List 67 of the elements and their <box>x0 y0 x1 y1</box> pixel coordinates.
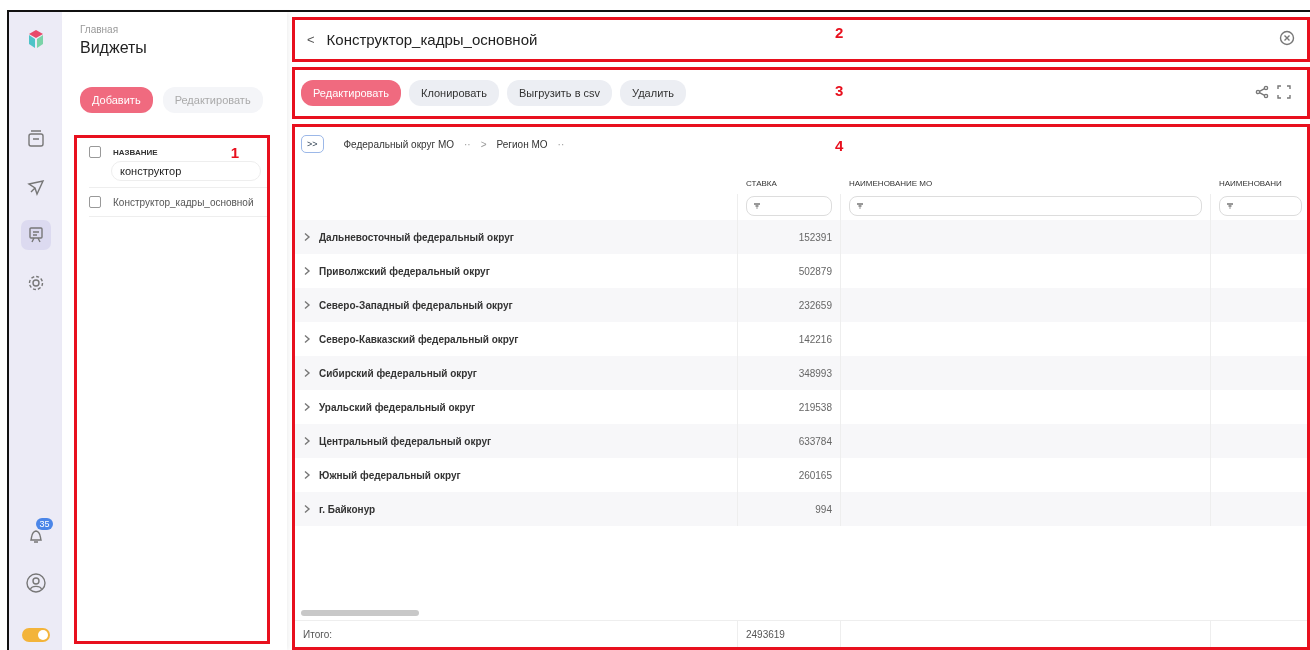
scrollbar[interactable] <box>301 610 419 616</box>
row-label[interactable]: Центральный федеральный округ <box>319 435 492 447</box>
grouping-chip[interactable]: Федеральный округ МО <box>343 138 455 150</box>
filter-field[interactable] <box>1219 196 1302 216</box>
checkbox[interactable] <box>89 196 101 208</box>
fullscreen-icon <box>1277 84 1291 99</box>
chevron-icon <box>303 232 311 242</box>
row-label[interactable]: Уральский федеральный округ <box>319 401 476 413</box>
notification-count: 35 <box>36 518 53 530</box>
row-label[interactable]: Южный федеральный округ <box>319 469 461 481</box>
close-icon <box>1279 30 1295 46</box>
row-label[interactable]: Сибирский федеральный округ <box>319 367 478 379</box>
table-cell[interactable]: Сибирский федеральный округ <box>295 356 738 390</box>
column-header: НАИМЕНОВАНИЕ МО <box>848 178 934 190</box>
table-cell[interactable]: Центральный федеральный округ <box>295 424 738 458</box>
expand-button[interactable]: >> <box>301 135 324 153</box>
checkbox[interactable] <box>89 146 101 158</box>
chevron-icon <box>303 334 311 344</box>
user-icon <box>24 572 47 594</box>
share-icon <box>1255 84 1269 99</box>
column-header: НАИМЕНОВАНИ <box>1218 178 1283 190</box>
page-title: Виджеты <box>80 39 148 57</box>
table-cell: 633784 <box>738 424 841 458</box>
filter-field[interactable] <box>746 196 832 216</box>
total-label: Итого: <box>295 621 738 647</box>
annotation-number: 3 <box>835 82 844 99</box>
notifications-button[interactable]: 35 <box>20 520 51 550</box>
annotation-number: 1 <box>230 144 239 161</box>
row-label[interactable]: Северо-Кавказский федеральный округ <box>319 333 519 345</box>
annotation-number: 2 <box>835 24 844 41</box>
filter-field[interactable] <box>849 196 1202 216</box>
filter-icon <box>753 203 761 209</box>
chevron-icon <box>303 368 311 378</box>
table-cell[interactable]: г. Байконур <box>295 492 738 526</box>
chevron-icon <box>303 266 311 276</box>
column-header: СТАВКА <box>745 178 778 190</box>
row-label[interactable]: г. Байконур <box>319 503 376 515</box>
column-header: НАЗВАНИЕ <box>113 147 158 157</box>
table-cell: 152391 <box>738 220 841 254</box>
table-cell[interactable]: Северо-Западный федеральный округ <box>295 288 738 322</box>
fullscreen-button[interactable] <box>1277 84 1291 102</box>
theme-toggle[interactable] <box>21 628 50 642</box>
chevron-icon <box>303 402 311 412</box>
row-label[interactable]: Дальневосточный федеральный округ <box>319 231 514 243</box>
widget-title: Конструктор_кадры_основной <box>326 31 538 48</box>
total-value: 2493619 <box>738 621 841 647</box>
grouping-chip[interactable]: Регион МО <box>496 138 548 150</box>
filter-icon <box>1226 203 1234 209</box>
list-item[interactable]: Конструктор_кадры_основной <box>113 196 254 208</box>
chevron-icon <box>303 470 311 480</box>
row-label[interactable]: Приволжский федеральный округ <box>319 265 490 277</box>
chevron-icon <box>303 300 311 310</box>
nav-item[interactable] <box>20 220 51 250</box>
toolbar-button[interactable]: Выгрузить в csv <box>506 80 613 106</box>
chevron-icon <box>303 436 311 446</box>
toolbar-button[interactable]: Клонировать <box>409 80 499 106</box>
table-cell: 232659 <box>738 288 841 322</box>
table-cell: 994 <box>738 492 841 526</box>
table-cell: 348993 <box>738 356 841 390</box>
filter-icon <box>856 203 864 209</box>
separator: > <box>480 138 487 150</box>
toolbar-button[interactable]: Удалить <box>620 80 687 106</box>
row-label[interactable]: Северо-Западный федеральный округ <box>319 299 513 311</box>
table-cell[interactable]: Дальневосточный федеральный округ <box>295 220 738 254</box>
chevron-icon <box>303 504 311 514</box>
back-button[interactable]: < <box>307 32 315 47</box>
annotation-number: 4 <box>835 137 844 154</box>
